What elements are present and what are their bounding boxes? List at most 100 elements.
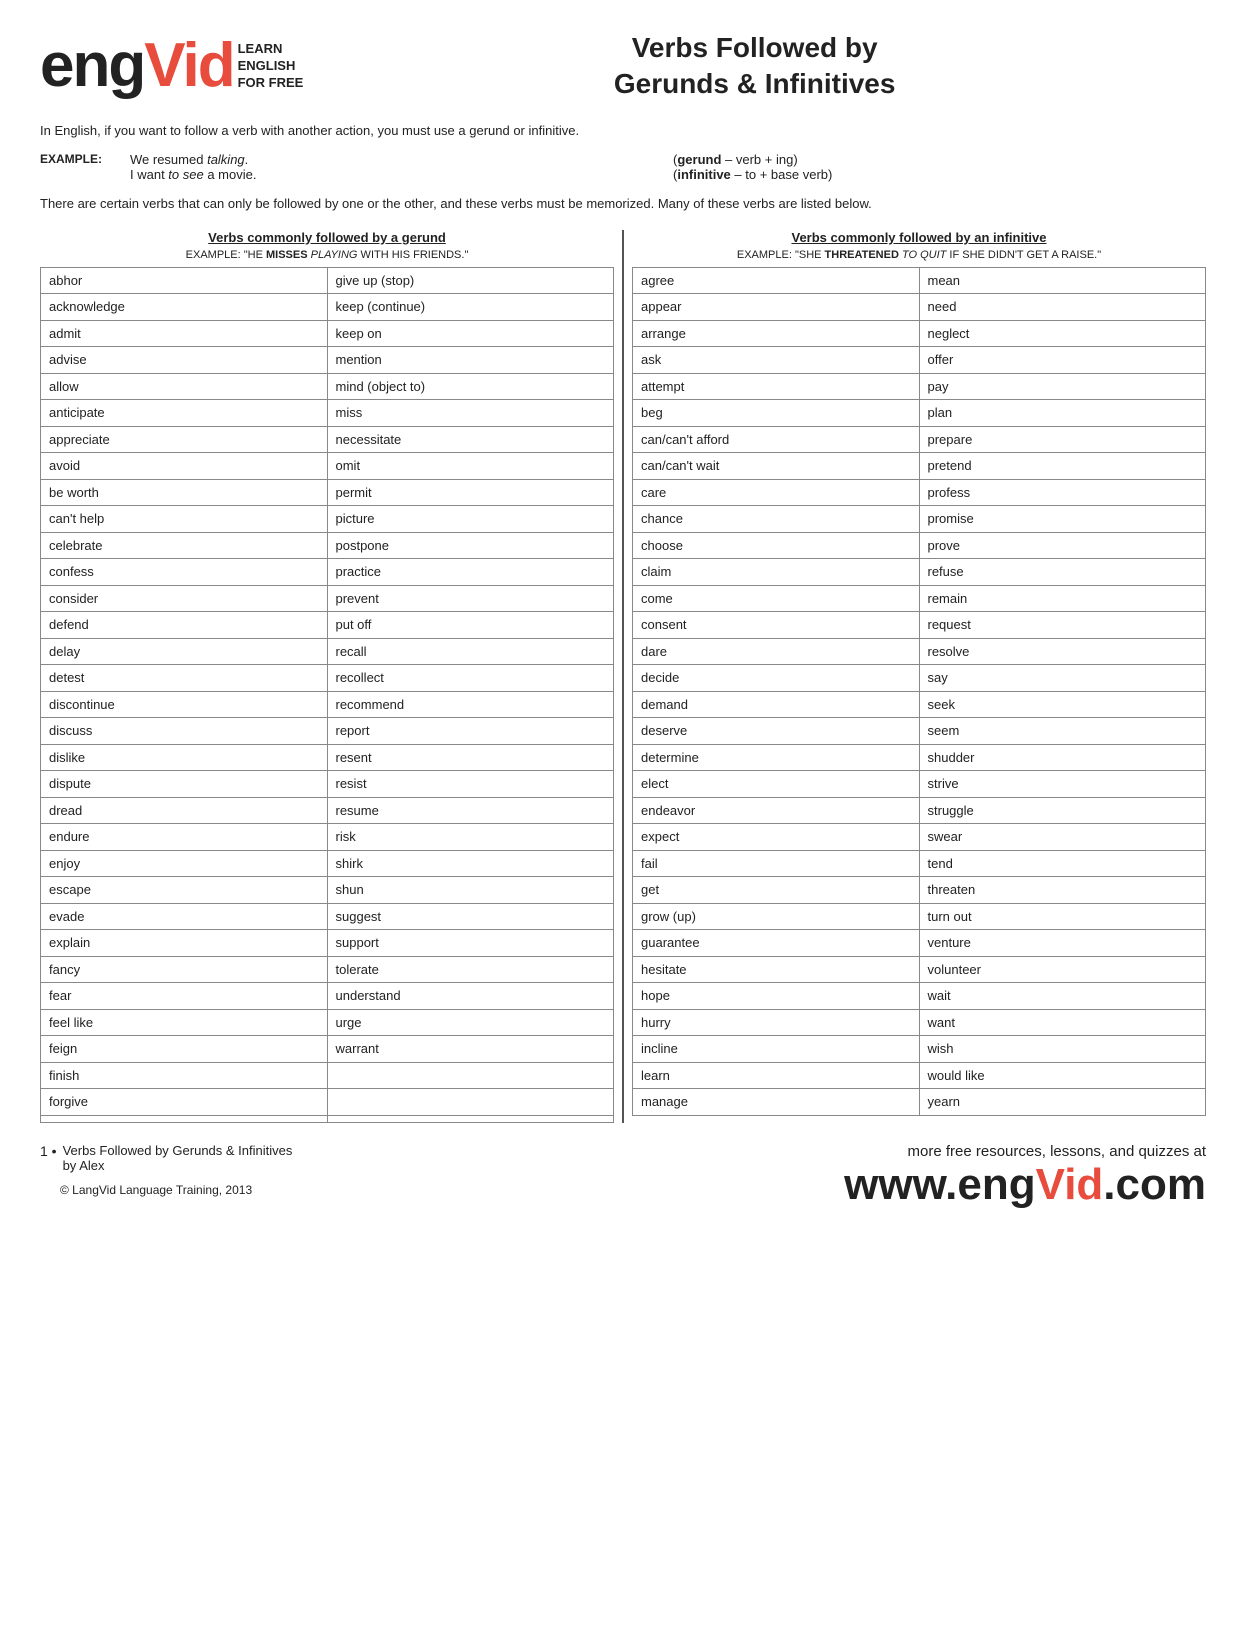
word-cell: ask	[633, 347, 920, 374]
word-cell: warrant	[328, 1036, 615, 1063]
word-cell: recommend	[328, 692, 615, 719]
word-cell: be worth	[41, 480, 328, 507]
word-cell: pay	[920, 374, 1207, 401]
infinitive-example: EXAMPLE: "She threatened to quit if she …	[632, 249, 1206, 261]
word-cell: refuse	[920, 559, 1207, 586]
word-cell: give up (stop)	[328, 268, 615, 295]
word-cell: incline	[633, 1036, 920, 1063]
word-cell: attempt	[633, 374, 920, 401]
word-cell: dare	[633, 639, 920, 666]
word-cell: shun	[328, 877, 615, 904]
word-cell: struggle	[920, 798, 1207, 825]
word-cell: learn	[633, 1063, 920, 1090]
word-cell: dread	[41, 798, 328, 825]
word-cell: request	[920, 612, 1207, 639]
main-columns: Verbs commonly followed by a gerund EXAM…	[40, 230, 1206, 1123]
word-cell: celebrate	[41, 533, 328, 560]
footer-bullet-text1: Verbs Followed by Gerunds & Infinitives	[63, 1143, 293, 1158]
word-cell: come	[633, 586, 920, 613]
example-block: EXAMPLE: We resumed talking. I want to s…	[40, 152, 1206, 182]
intro-paragraph: In English, if you want to follow a verb…	[40, 121, 1206, 141]
word-cell: resist	[328, 771, 615, 798]
infinitive-header: Verbs commonly followed by an infinitive	[632, 230, 1206, 245]
word-cell: beg	[633, 400, 920, 427]
word-cell: say	[920, 665, 1207, 692]
word-cell: mind (object to)	[328, 374, 615, 401]
word-cell: discontinue	[41, 692, 328, 719]
word-cell: risk	[328, 824, 615, 851]
footer: 1 • Verbs Followed by Gerunds & Infiniti…	[40, 1143, 1206, 1210]
word-cell: profess	[920, 480, 1207, 507]
word-cell: delay	[41, 639, 328, 666]
word-cell: confess	[41, 559, 328, 586]
word-cell: hurry	[633, 1010, 920, 1037]
word-cell: appreciate	[41, 427, 328, 454]
word-cell: elect	[633, 771, 920, 798]
word-cell: defend	[41, 612, 328, 639]
word-cell: keep (continue)	[328, 294, 615, 321]
definitions: (gerund – verb + ing) (infinitive – to +…	[673, 152, 1206, 182]
word-cell: admit	[41, 321, 328, 348]
word-cell: resent	[328, 745, 615, 772]
word-cell: agree	[633, 268, 920, 295]
word-cell: prevent	[328, 586, 615, 613]
logo-eng: eng	[40, 35, 144, 97]
word-cell	[328, 1116, 615, 1123]
infinitive-section: Verbs commonly followed by an infinitive…	[632, 230, 1206, 1123]
word-cell: feign	[41, 1036, 328, 1063]
word-cell: pretend	[920, 453, 1207, 480]
word-cell: can't help	[41, 506, 328, 533]
word-cell: care	[633, 480, 920, 507]
logo-vid: Vid	[144, 35, 233, 97]
word-cell: tend	[920, 851, 1207, 878]
word-cell: mention	[328, 347, 615, 374]
footer-bullet: 1 • Verbs Followed by Gerunds & Infiniti…	[40, 1143, 623, 1173]
word-cell: put off	[328, 612, 615, 639]
word-cell: venture	[920, 930, 1207, 957]
word-cell: grow (up)	[633, 904, 920, 931]
page-title-area: Verbs Followed by Gerunds & Infinitives	[303, 30, 1206, 103]
word-cell: guarantee	[633, 930, 920, 957]
word-cell: need	[920, 294, 1207, 321]
word-cell: miss	[328, 400, 615, 427]
word-cell: forgive	[41, 1089, 328, 1116]
word-cell: escape	[41, 877, 328, 904]
word-cell: report	[328, 718, 615, 745]
word-cell: can/can't afford	[633, 427, 920, 454]
footer-right: more free resources, lessons, and quizze…	[623, 1143, 1206, 1210]
word-cell: seem	[920, 718, 1207, 745]
word-cell: consider	[41, 586, 328, 613]
word-cell: evade	[41, 904, 328, 931]
word-cell: permit	[328, 480, 615, 507]
word-cell: deserve	[633, 718, 920, 745]
word-cell: volunteer	[920, 957, 1207, 984]
infinitive-word-grid: agreemeanappearneedarrangeneglectaskoffe…	[632, 267, 1206, 1116]
word-cell: prepare	[920, 427, 1207, 454]
word-cell: determine	[633, 745, 920, 772]
word-cell: remain	[920, 586, 1207, 613]
word-cell: enjoy	[41, 851, 328, 878]
footer-left: 1 • Verbs Followed by Gerunds & Infiniti…	[40, 1143, 623, 1197]
word-cell: suggest	[328, 904, 615, 931]
word-cell: promise	[920, 506, 1207, 533]
logo-tagline: LEARN ENGLISH FOR FREE	[238, 41, 304, 92]
word-cell: appear	[633, 294, 920, 321]
word-cell: want	[920, 1010, 1207, 1037]
word-cell: choose	[633, 533, 920, 560]
word-cell: acknowledge	[41, 294, 328, 321]
word-cell: threaten	[920, 877, 1207, 904]
word-cell: dispute	[41, 771, 328, 798]
site-url: www.engVid.com	[623, 1160, 1206, 1210]
footer-bullet-text2: by Alex	[63, 1158, 293, 1173]
word-cell: abhor	[41, 268, 328, 295]
gerund-section: Verbs commonly followed by a gerund EXAM…	[40, 230, 614, 1123]
gerund-word-grid: abhorgive up (stop)acknowledgekeep (cont…	[40, 267, 614, 1123]
gerund-header: Verbs commonly followed by a gerund	[40, 230, 614, 245]
word-cell: hope	[633, 983, 920, 1010]
word-cell: avoid	[41, 453, 328, 480]
word-cell: recollect	[328, 665, 615, 692]
page-header: engVid LEARN ENGLISH FOR FREE Verbs Foll…	[40, 30, 1206, 103]
example-sentences: We resumed talking. I want to see a movi…	[130, 152, 663, 182]
word-cell: endeavor	[633, 798, 920, 825]
word-cell: yearn	[920, 1089, 1207, 1116]
